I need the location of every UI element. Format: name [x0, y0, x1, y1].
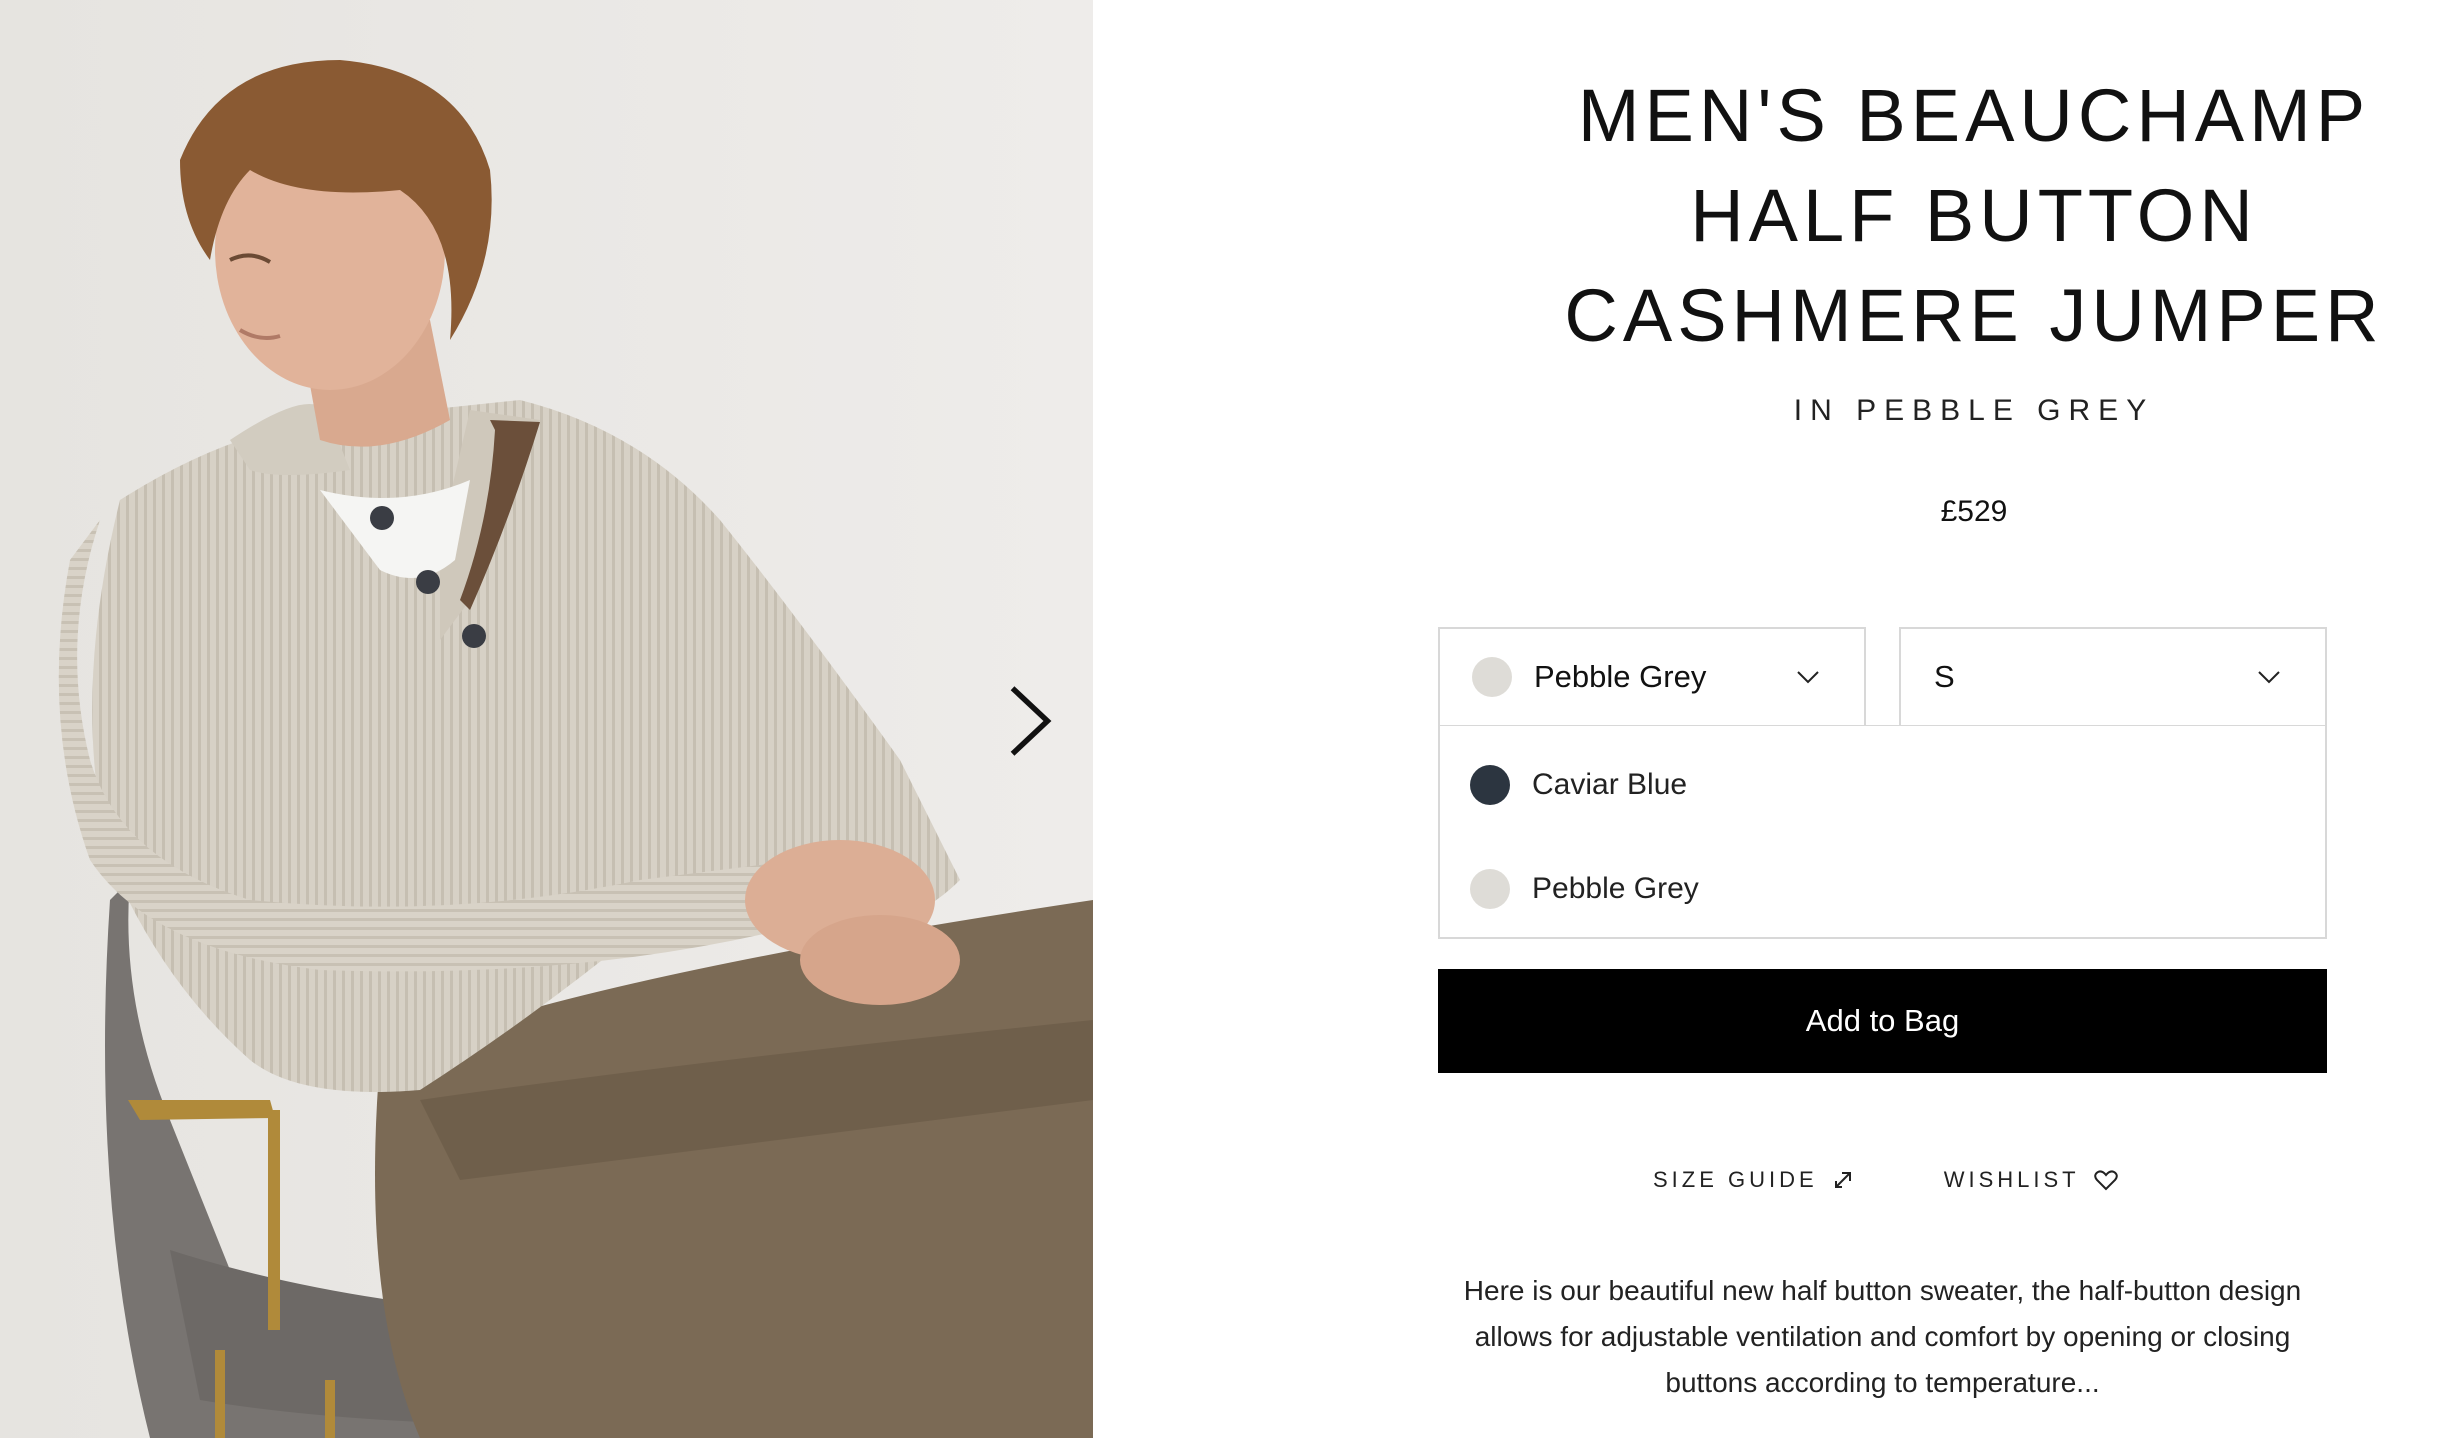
colour-option-label: Caviar Blue: [1532, 768, 1688, 801]
wishlist-label: WISHLIST: [1943, 1167, 2080, 1192]
next-image-button[interactable]: [1006, 686, 1054, 756]
product-info-panel: MEN'S BEAUCHAMP HALF BUTTON CASHMERE JUM…: [1093, 0, 2456, 1438]
chevron-down-icon: [1797, 671, 1819, 684]
size-guide-label: SIZE GUIDE: [1653, 1167, 1818, 1192]
wishlist-link[interactable]: WISHLIST: [1944, 1167, 2118, 1193]
size-select-value: S: [1934, 659, 1955, 694]
colour-option-label: Pebble Grey: [1532, 872, 1699, 905]
product-title-line: CASHMERE JUMPER: [1564, 274, 2384, 357]
product-title-line: HALF BUTTON: [1690, 174, 2258, 257]
product-title: MEN'S BEAUCHAMP HALF BUTTON CASHMERE JUM…: [1363, 66, 2456, 366]
colour-option-swatch: [1470, 869, 1510, 909]
product-gallery: [0, 0, 1093, 1438]
product-price: £529: [1940, 495, 2008, 528]
colour-select-value: Pebble Grey: [1534, 659, 1707, 694]
colour-swatch: [1472, 657, 1512, 697]
heart-icon: [2093, 1169, 2118, 1191]
external-link-icon: [1832, 1169, 1854, 1191]
size-guide-link[interactable]: SIZE GUIDE: [1653, 1167, 1854, 1193]
product-title-line: MEN'S BEAUCHAMP: [1577, 74, 2371, 157]
chevron-down-icon: [2258, 671, 2280, 684]
chevron-right-icon: [1010, 686, 1052, 756]
size-select[interactable]: S: [1899, 627, 2327, 727]
product-description: Here is our beautiful new half button sw…: [1463, 1275, 2302, 1398]
colour-select[interactable]: Pebble Grey: [1438, 627, 1866, 727]
colour-option-pebble-grey[interactable]: Pebble Grey: [1440, 844, 2325, 934]
product-page: MEN'S BEAUCHAMP HALF BUTTON CASHMERE JUM…: [0, 0, 2456, 1438]
colour-option-caviar-blue[interactable]: Caviar Blue: [1440, 740, 2325, 830]
colour-option-swatch: [1470, 765, 1510, 805]
secondary-links: SIZE GUIDE WISHLIST: [1653, 1160, 2118, 1200]
product-colour-subtitle: IN PEBBLE GREY: [1793, 394, 2155, 427]
colour-dropdown-menu: Caviar Blue Pebble Grey: [1438, 725, 2327, 939]
add-to-bag-button[interactable]: Add to Bag: [1438, 969, 2327, 1073]
product-image: [0, 0, 1093, 1438]
